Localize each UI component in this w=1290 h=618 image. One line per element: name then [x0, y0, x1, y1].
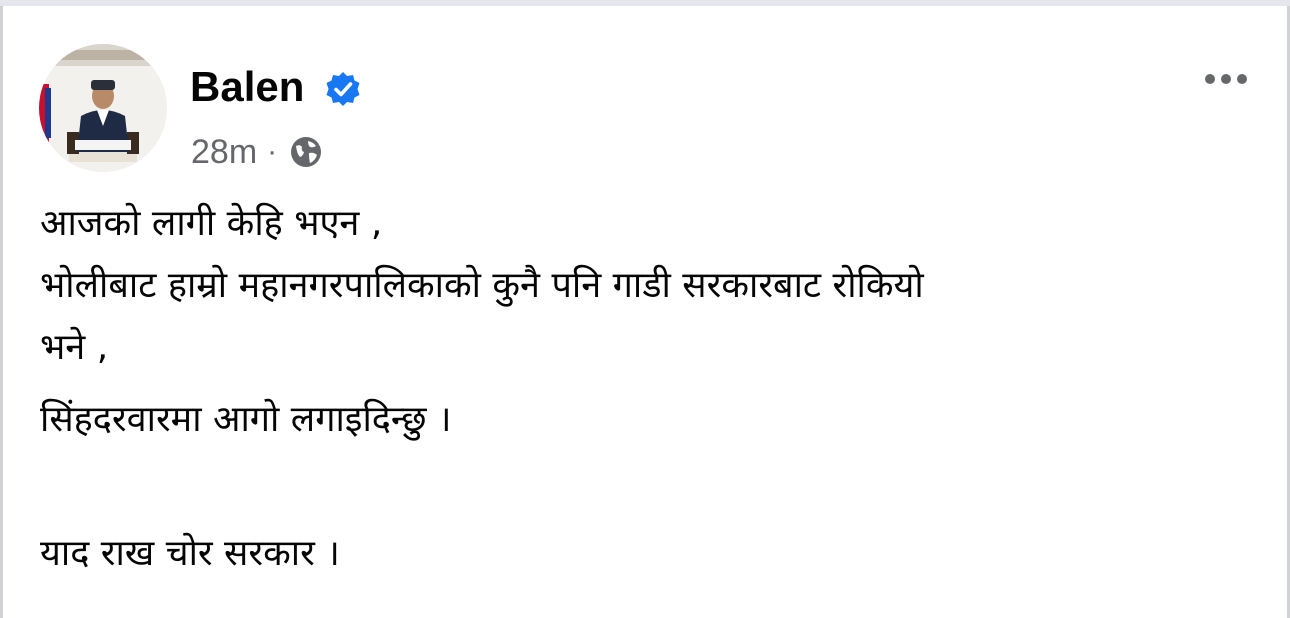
more-options-button[interactable] [1195, 64, 1257, 94]
author-name[interactable]: Balen [190, 62, 304, 112]
post-timestamp[interactable]: 28m [191, 133, 257, 172]
post-line: भोलीबाट हाम्रो महानगरपालिकाको कुनै पनि ग… [40, 265, 924, 306]
more-dot-icon [1221, 74, 1231, 84]
more-dot-icon [1237, 74, 1247, 84]
more-dot-icon [1205, 74, 1215, 84]
globe-icon[interactable] [289, 135, 323, 169]
post-line: सिंहदरवारमा आगो लगाइदिन्छु । [40, 399, 452, 440]
avatar[interactable] [39, 44, 167, 172]
verified-badge-icon [326, 72, 360, 106]
post-line: भने , [40, 327, 109, 368]
post-card: Balen 28m · आजको लागी केहि भएन , भोलीबाट… [3, 6, 1287, 618]
meta-separator: · [267, 135, 278, 168]
post-line: याद राख चोर सरकार । [40, 533, 340, 574]
avatar-photo [39, 44, 167, 172]
post-meta: 28m · [191, 130, 323, 174]
post-line: आजको लागी केहि भएन , [40, 203, 383, 244]
